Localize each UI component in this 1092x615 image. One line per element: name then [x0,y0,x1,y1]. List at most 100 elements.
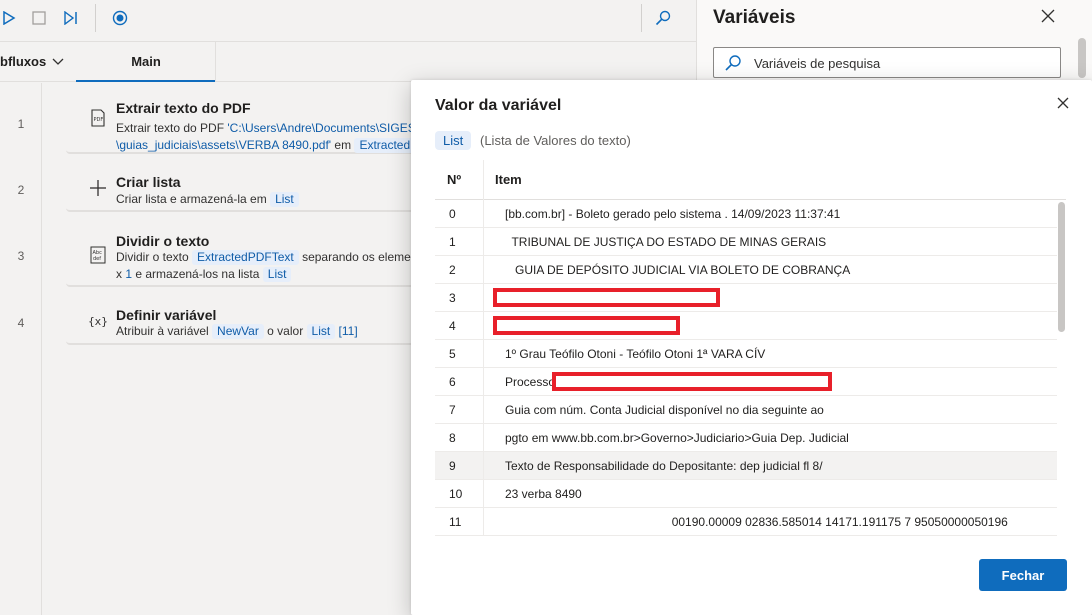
row-index: 6 [449,375,456,389]
row-index: 11 [449,515,462,529]
search-icon[interactable] [654,9,672,27]
row-item-value: [bb.com.br] - Boleto gerado pelo sistema… [505,207,841,221]
variable-type-description: (Lista de Valores do texto) [480,133,631,148]
table-row[interactable]: 3 [435,284,1057,312]
subflows-dropdown[interactable]: bfluxos [0,54,64,69]
row-index: 7 [449,403,456,417]
action-title: Definir variável [116,307,217,323]
search-icon [724,54,742,72]
action-split-text[interactable]: Abc def Dividir o texto Dividir o texto E… [66,225,426,287]
toolbar-separator [95,4,96,32]
play-icon[interactable] [0,9,18,27]
variables-search-input[interactable]: Variáveis de pesquisa [713,47,1061,78]
variable-value-dialog: Valor da variável List (Lista de Valores… [411,80,1092,615]
row-item-value: Processo [505,375,556,389]
variable-pill: NewVar [212,324,264,339]
variable-type-pill: List [435,131,472,150]
column-divider [483,160,484,200]
desc-index: [11] [335,324,358,338]
row-item-value: pgto em www.bb.com.br>Governo>Judiciario… [505,431,849,445]
redaction-box [493,288,720,307]
desc-text: x [116,267,126,281]
table-row[interactable]: 1 TRIBUNAL DE JUSTIÇA DO ESTADO DE MINAS… [435,228,1057,256]
row-item-value: 00190.00009 02836.585014 14171.191175 7 … [505,515,1008,529]
search-placeholder: Variáveis de pesquisa [754,56,881,71]
variables-panel-title: Variáveis [713,7,796,28]
desc-text: em [331,138,355,152]
redaction-box [493,316,680,335]
action-title: Extrair texto do PDF [116,100,251,116]
row-item-value: 1º Grau Teófilo Otoni - Teófilo Otoni 1ª… [505,347,766,361]
line-number: 1 [17,117,25,131]
row-item-value: TRIBUNAL DE JUSTIÇA DO ESTADO DE MINAS G… [505,235,827,249]
row-index: 8 [449,431,456,445]
column-header-number[interactable]: Nº [447,172,461,187]
line-number-gutter [0,83,42,615]
table-scrollbar[interactable] [1058,202,1065,332]
pdf-icon: PDF [88,108,108,128]
step-icon[interactable] [62,9,80,27]
close-icon[interactable] [1041,9,1059,27]
desc-text: Criar lista e armazená-la em [116,192,271,206]
variable-pill: List [262,267,292,282]
row-index: 0 [449,207,456,221]
desc-text: o valor [263,324,307,338]
table-body: 0 [bb.com.br] - Boleto gerado pelo sistem… [435,200,1057,536]
column-divider [483,228,484,256]
table-row[interactable]: 2 GUIA DE DEPÓSITO JUDICIAL VIA BOLETO D… [435,256,1057,284]
action-description: Criar lista e armazená-la em List [116,191,299,208]
svg-text:PDF: PDF [94,117,104,123]
desc-path: \guias_judiciais\assets\VERBA 8490.pdf' [116,138,332,152]
table-row[interactable]: 8 pgto em www.bb.com.br>Governo>Judiciari… [435,424,1057,452]
stop-icon[interactable] [30,9,48,27]
dialog-title: Valor da variável [435,97,562,114]
table-row[interactable]: 4 [435,312,1057,340]
action-set-variable[interactable]: {x} Definir variável Atribuir à variável… [66,297,426,345]
action-description: Extrair texto do PDF 'C:\Users\Andre\Doc… [116,120,424,154]
table-header: Nº Item [435,160,1066,200]
desc-text: separando os eleme [298,250,411,264]
action-create-list[interactable]: Criar lista Criar lista e armazená-la em… [66,164,426,212]
row-item-value: GUIA DE DEPÓSITO JUDICIAL VIA BOLETO DE … [505,263,851,277]
variable-pill: List [270,192,299,207]
panel-scrollbar[interactable] [1078,38,1086,78]
table-row[interactable]: 7 Guia com núm. Conta Judicial disponível… [435,396,1057,424]
variable-pill: List [306,324,336,339]
column-divider [483,284,484,312]
close-button[interactable]: Fechar [979,559,1067,591]
table-row[interactable]: 9 Texto de Responsabilidade do Depositant… [435,452,1057,480]
desc-text: Atribuir à variável [116,324,213,338]
column-divider [483,508,484,536]
desc-path: 'C:\Users\Andre\Documents\SIGES- [227,121,420,135]
column-header-item[interactable]: Item [495,172,522,187]
table-row[interactable]: 0 [bb.com.br] - Boleto gerado pelo sistem… [435,200,1057,228]
table-row[interactable]: 11 00190.00009 02836.585014 14171.191175… [435,508,1057,536]
record-icon[interactable] [111,9,129,27]
line-number: 4 [17,316,25,330]
line-number: 2 [17,183,25,197]
close-icon[interactable] [1057,96,1073,112]
desc-text: Extrair texto do PDF [116,121,228,135]
redaction-box [552,372,832,391]
table-row[interactable]: 6 Processo [435,368,1057,396]
column-divider [483,312,484,340]
action-description: Atribuir à variável NewVar o valor List … [116,323,358,340]
column-divider [483,368,484,396]
chevron-down-icon [52,58,64,65]
toolbar-separator [641,4,642,32]
table-row[interactable]: 10 23 verba 8490 [435,480,1057,508]
row-index: 2 [449,263,456,277]
desc-text: Dividir o texto [116,250,193,264]
row-index: 10 [449,487,463,501]
row-index: 9 [449,459,456,473]
variable-pill: ExtractedPDFText [192,250,299,265]
row-index: 5 [449,347,456,361]
column-divider [483,340,484,368]
tab-main[interactable]: Main [76,42,216,82]
subflows-label: bfluxos [0,54,47,69]
table-row[interactable]: 5 1º Grau Teófilo Otoni - Teófilo Otoni 1… [435,340,1057,368]
action-title: Dividir o texto [116,233,210,249]
action-description: Dividir o texto ExtractedPDFText separan… [116,249,411,283]
svg-text:def: def [93,256,101,262]
action-extract-pdf-text[interactable]: PDF Extrair texto do PDF Extrair texto d… [66,92,426,154]
